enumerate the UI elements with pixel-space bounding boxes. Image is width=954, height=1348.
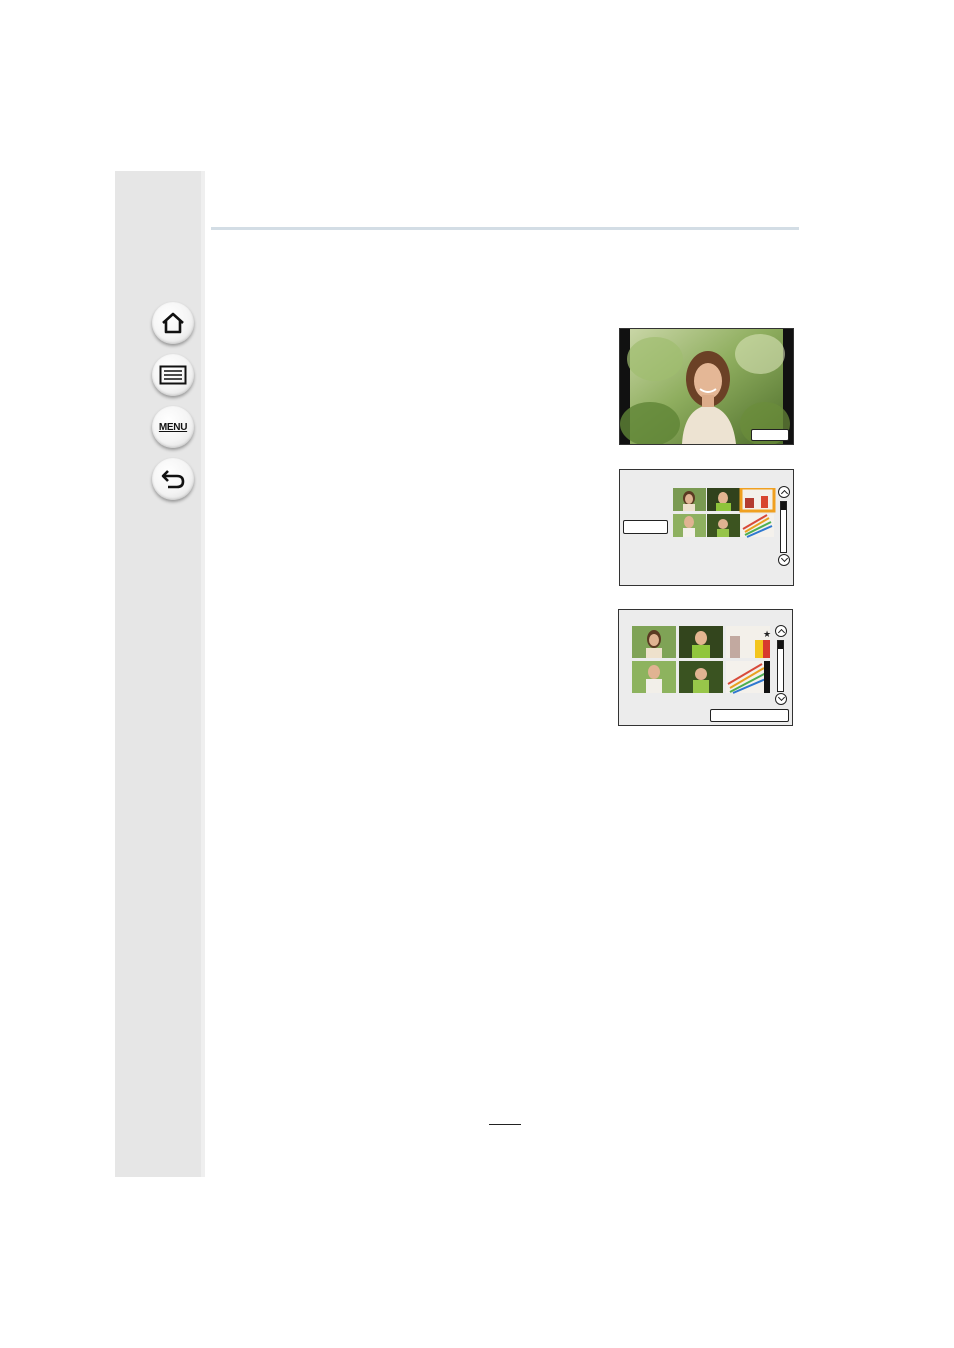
scrollbar-thumb[interactable] — [781, 502, 786, 510]
scrollbar[interactable] — [777, 640, 784, 692]
contents-button[interactable] — [152, 354, 194, 396]
menu-icon: MENU — [158, 421, 188, 433]
sidebar-edge — [201, 171, 205, 1177]
menu-set-label-box — [751, 429, 789, 441]
scroll-up-icon[interactable] — [775, 625, 787, 637]
back-button[interactable] — [152, 458, 194, 500]
thumbnail-grid — [673, 488, 776, 538]
scrollbar-thumb[interactable] — [778, 641, 783, 649]
home-button[interactable] — [152, 302, 194, 344]
screen-single-playback — [619, 328, 794, 445]
scroll-up-icon[interactable] — [778, 486, 790, 498]
scrollbar[interactable] — [780, 501, 787, 553]
selection-label-box — [623, 520, 668, 534]
multi-thumbnail-grid: ★ — [632, 626, 771, 694]
list-icon — [159, 365, 187, 385]
header-rule — [211, 227, 799, 230]
page-number — [489, 1112, 521, 1125]
scroll-down-icon[interactable] — [775, 693, 787, 705]
portrait-photo — [620, 329, 793, 444]
screen-multi-selection: ★ — [618, 609, 793, 726]
scroll-down-icon[interactable] — [778, 554, 790, 566]
home-icon — [162, 312, 184, 334]
execute-label-box — [710, 709, 789, 722]
back-arrow-icon — [161, 470, 185, 489]
screen-thumbnail-selection — [619, 469, 794, 586]
svg-text:★: ★ — [763, 630, 771, 640]
menu-button[interactable]: MENU — [152, 406, 194, 448]
